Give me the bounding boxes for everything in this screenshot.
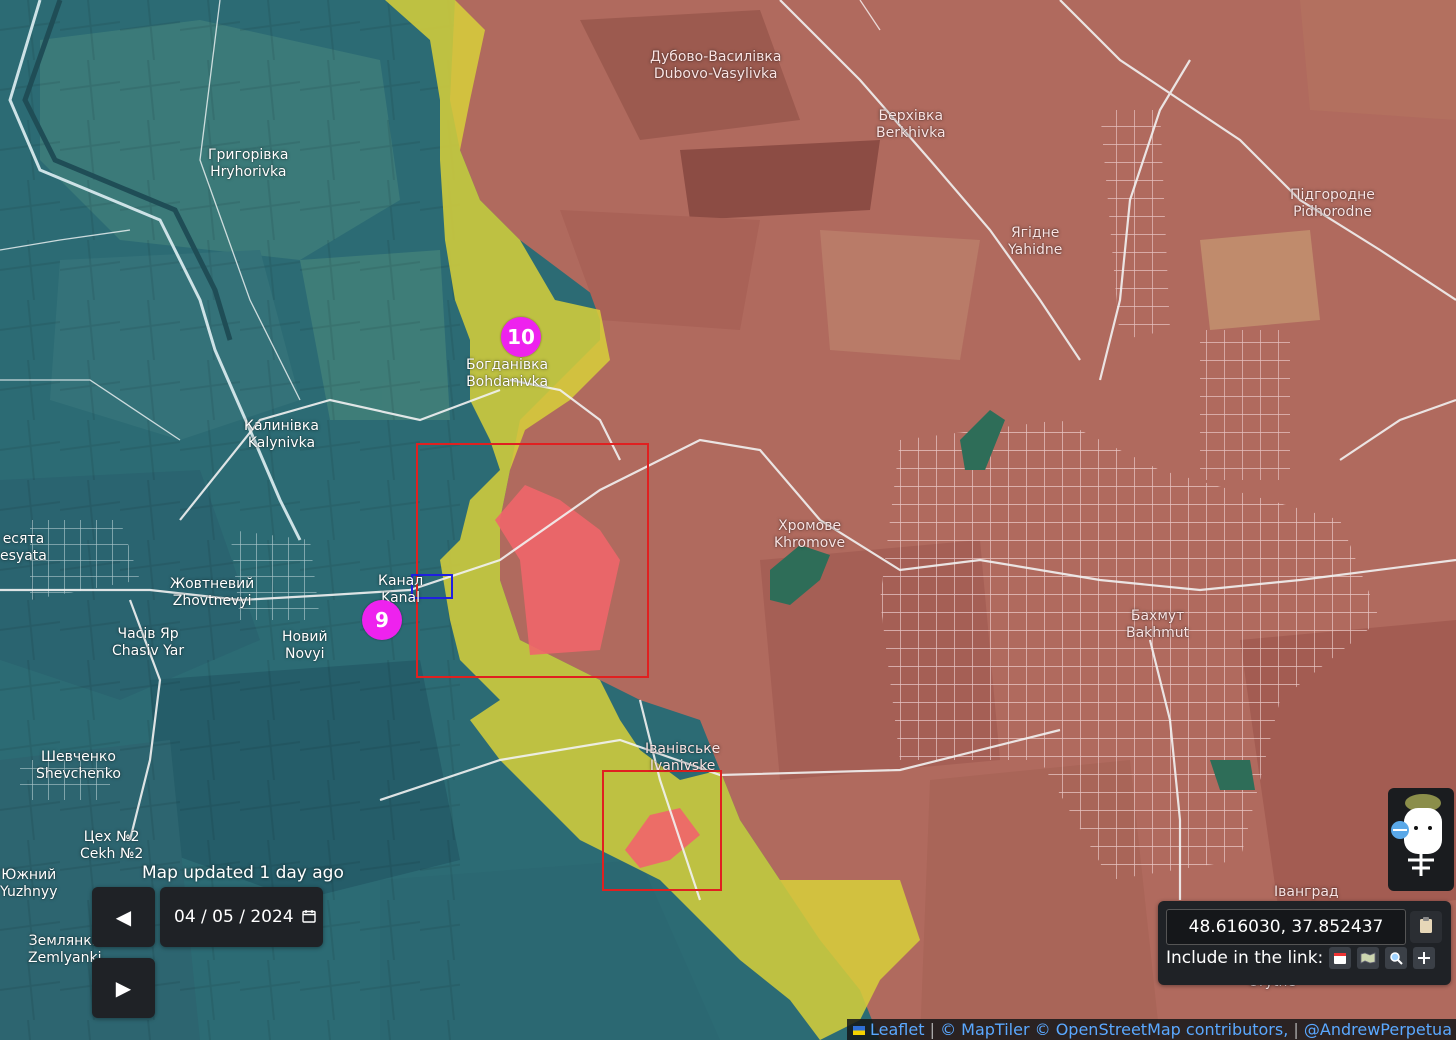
place-name-ua: Новий [282,629,328,645]
place-label-zemlianky: Землянки Zemlyanki [28,933,101,967]
place-label-cekh: Цех №2 Cekh №2 [80,829,143,863]
place-name-en: Zemlyanki [28,950,102,966]
place-name-ua: Іванівське [645,741,721,757]
place-name-ua: Шевченко [40,749,116,765]
map-updated-text: Map updated 1 day ago [142,863,344,883]
place-label-chasivyar: Часів Яр Chasiv Yar [112,626,184,660]
map-attribution: Leaflet | © MapTiler © OpenStreetMap con… [846,1019,1456,1040]
place-name-ua: Землянки [28,933,101,949]
place-name-en: Dubovo-Vasylivka [653,66,778,82]
place-name-ua: Підгородне [1290,187,1375,203]
include-label: Include in the link: [1166,948,1324,968]
place-name-ua: Берхівка [878,108,944,124]
place-name-en: Pidhorodne [1293,204,1372,220]
map-marker-9[interactable]: 9 [362,600,402,640]
place-label-shevchenko: Шевченко Shevchenko [36,749,121,783]
maptiler-link[interactable]: © MapTiler [940,1020,1029,1039]
place-name-ua: Ягідне [1010,225,1060,241]
osm-link[interactable]: © OpenStreetMap contributors, [1035,1020,1289,1039]
place-name-ua: Цех №2 [83,829,140,845]
prev-date-button[interactable]: ◀ [92,887,155,947]
date-value: 04 / 05 / 2024 [174,907,294,927]
triangle-right-icon: ▶ [115,976,132,1000]
place-name-en: Khromove [774,535,846,551]
map-marker-10[interactable]: 10 [501,317,541,357]
place-label-desyata: есята esyata [0,531,47,565]
place-name-en: Ivanivske [649,758,716,774]
east-grid [1200,330,1290,480]
place-name-ua: Жовтневий [170,576,255,592]
place-name-en: Bohdanivka [466,374,549,390]
place-name-ua: Калинівка [244,418,319,434]
place-name-ua: есята [2,531,45,547]
place-label-bakhmut: Бахмут Bakhmut [1126,608,1189,642]
triangle-left-icon: ◀ [115,905,132,929]
include-in-link-row: Include in the link: [1166,947,1436,969]
place-name-en: Shevchenko [36,766,121,782]
coordinates-input[interactable]: 48.616030, 37.852437 [1166,909,1406,945]
place-name-en: Hryhorivka [210,164,287,180]
place-name-ua: Григорівка [208,147,289,163]
place-name-ua: Южний [1,867,57,883]
place-name-ua: Хромове [778,518,842,534]
ukraine-flag-icon [852,1026,865,1035]
place-name-en: Cekh №2 [80,846,144,862]
place-name-en: Yuzhnyy [0,884,58,900]
place-name-ua: Канал [378,573,424,589]
next-date-button[interactable]: ▶ [92,958,155,1018]
place-label-pidhorodne: Підгородне Pidhorodne [1290,187,1375,221]
place-label-khromove: Хромове Khromove [774,518,845,552]
calendar-icon[interactable] [301,908,316,927]
place-name-ua: Бахмут [1130,608,1185,624]
place-name-ua: Іванград [1274,884,1339,900]
date-picker[interactable]: 04 / 05 / 2024 [160,887,323,947]
place-label-kalynivka: Калинівка Kalynivka [244,418,319,452]
coordinates-panel: 48.616030, 37.852437 Include in the link… [1158,901,1451,985]
place-name-en: Novyi [285,646,325,662]
place-name-ua: Богданівка [466,357,549,373]
place-name-en: Chasiv Yar [112,643,185,659]
copy-coordinates-button[interactable] [1410,911,1442,943]
place-name-ua: Часів Яр [117,626,179,642]
place-label-bohdanivka: Богданівка Bohdanivka [466,357,548,391]
map-toggle-icon[interactable] [1357,947,1380,969]
clipboard-icon [1419,916,1433,939]
crosshair-toggle-icon[interactable] [1413,947,1436,969]
place-name-en: esyata [0,548,47,564]
leaflet-link[interactable]: Leaflet [870,1020,924,1039]
place-name-en: Kalynivka [247,435,316,451]
calendar-toggle-icon[interactable] [1329,947,1352,969]
place-label-berkhivka: Берхівка Berkhivka [876,108,946,142]
place-name-en: Yahidne [1008,242,1063,258]
author-link[interactable]: @AndrewPerpetua [1304,1020,1452,1039]
zoom-toggle-icon[interactable] [1385,947,1408,969]
place-name-en: Zhovtnevyi [172,593,252,609]
author-avatar[interactable] [1388,788,1454,891]
place-name-en: Bakhmut [1126,625,1190,641]
place-label-yahidne: Ягідне Yahidne [1008,225,1062,259]
place-label-ivanhrad: Іванград [1274,884,1339,901]
place-label-ivanivske: Іванівське Ivanivske [645,741,720,775]
place-label-yuzhnyi: Южний Yuzhnyy [0,867,57,901]
place-name-ua: Дубово-Василівка [650,49,782,65]
place-label-hryhorivka: Григорівка Hryhorivka [208,147,289,181]
place-label-dubovo: Дубово-Василівка Dubovo-Vasylivka [650,49,781,83]
place-label-zhovtnevyi: Жовтневий Zhovtnevyi [170,576,254,610]
place-label-novyi: Новий Novyi [282,629,328,663]
place-name-en: Berkhivka [876,125,946,141]
